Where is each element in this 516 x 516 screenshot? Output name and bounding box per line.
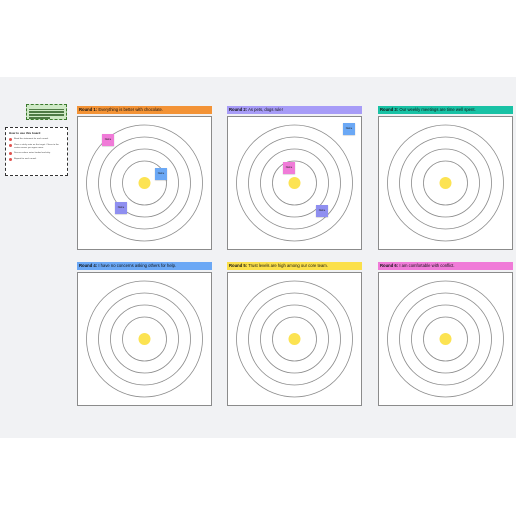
round-header: Round 6: I am comfortable with conflict. (378, 262, 513, 270)
step-dot-icon (9, 138, 12, 142)
target-panel[interactable]: Name Name Name (77, 116, 212, 250)
how-to-use-panel[interactable]: How to use this board Read the statement… (5, 127, 68, 176)
bullseye (288, 333, 301, 345)
how-to-step: Read the statement for each round. (9, 138, 64, 142)
round-5-frame[interactable]: Round 5: Trust levels are high among our… (227, 262, 362, 406)
target-panel[interactable] (378, 272, 513, 406)
target-rings (387, 124, 504, 242)
round-3-frame[interactable]: Round 3: Our weekly meetings are time we… (378, 106, 513, 250)
round-4-frame[interactable]: Round 4: I have no concerns asking other… (77, 262, 212, 406)
sticky-note[interactable]: Name (115, 202, 127, 214)
round-header: Round 4: I have no concerns asking other… (77, 262, 212, 270)
step-dot-icon (9, 152, 12, 156)
bullseye (288, 177, 301, 189)
sticky-note[interactable]: Name (155, 168, 167, 180)
target-rings (387, 280, 504, 398)
target-panel[interactable]: Name Name Name (227, 116, 362, 250)
target-rings (86, 280, 203, 398)
target-rings (236, 280, 353, 398)
how-to-step: Repeat for each round. (9, 157, 64, 161)
round-header: Round 5: Trust levels are high among our… (227, 262, 362, 270)
target-rings (236, 124, 353, 242)
round-header: Round 2: As pets, dogs rule! (227, 106, 362, 114)
intro-text-line (29, 117, 50, 119)
step-dot-icon (9, 143, 12, 147)
intro-sticky-note[interactable] (26, 104, 67, 120)
intro-text-line (29, 108, 64, 110)
round-header: Round 1: Everything is better with choco… (77, 106, 212, 114)
target-rings (86, 124, 203, 242)
sticky-note[interactable]: Name (102, 134, 114, 146)
bullseye (439, 177, 452, 189)
how-to-step: Discuss where notes landed and why. (9, 152, 64, 156)
target-panel[interactable] (227, 272, 362, 406)
round-2-frame[interactable]: Round 2: As pets, dogs rule! Name Name N… (227, 106, 362, 250)
round-6-frame[interactable]: Round 6: I am comfortable with conflict. (378, 262, 513, 406)
how-to-step: Place a sticky note on the target. Close… (9, 143, 64, 150)
bullseye (439, 333, 452, 345)
how-to-title: How to use this board (9, 131, 41, 135)
intro-text-line (29, 114, 64, 116)
target-panel[interactable] (378, 116, 513, 250)
round-1-frame[interactable]: Round 1: Everything is better with choco… (77, 106, 212, 250)
bullseye (138, 333, 151, 345)
round-header: Round 3: Our weekly meetings are time we… (378, 106, 513, 114)
bullseye (138, 177, 151, 189)
sticky-note[interactable]: Name (316, 205, 328, 217)
target-panel[interactable] (77, 272, 212, 406)
step-dot-icon (9, 157, 12, 161)
intro-text-line (29, 111, 64, 113)
sticky-note[interactable]: Name (283, 162, 295, 174)
sticky-note[interactable]: Name (343, 123, 355, 135)
